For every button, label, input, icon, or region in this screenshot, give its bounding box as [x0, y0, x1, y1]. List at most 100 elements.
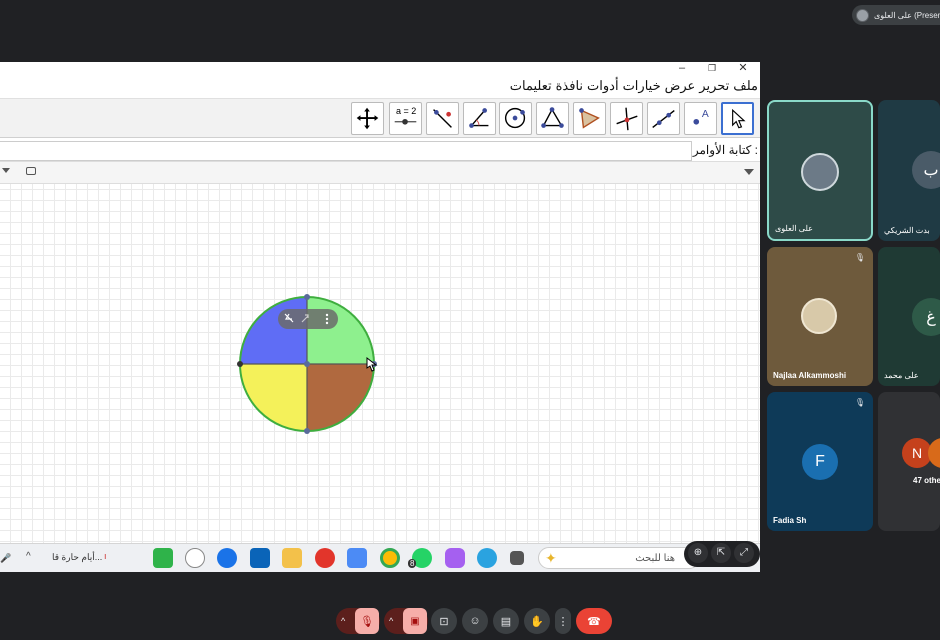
slider-tool[interactable]: a = 2: [389, 102, 422, 135]
file-explorer-icon[interactable]: [282, 548, 302, 568]
search-box[interactable]: ✦ هنا للبحث: [538, 547, 700, 569]
more-options-icon[interactable]: [325, 313, 329, 325]
more-vert-icon: ⋮: [557, 615, 569, 628]
mic-tray-icon[interactable]: 🎤: [0, 553, 11, 564]
triangle-icon: [579, 108, 600, 129]
line-icon: [433, 109, 452, 128]
point-center[interactable]: [304, 361, 310, 367]
participant-avatar: ب: [912, 151, 940, 189]
point-bottom[interactable]: [304, 428, 310, 434]
graphics-view[interactable]: [0, 184, 760, 543]
muted-mic-icon: 🎙: [854, 398, 865, 407]
camera-toggle-button[interactable]: ▣: [403, 608, 427, 634]
camera-off-icon: ▣: [410, 615, 420, 627]
leave-call-button[interactable]: ☎: [576, 608, 612, 634]
telegram-icon[interactable]: [477, 548, 497, 568]
minimize-button[interactable]: –: [670, 62, 694, 76]
edge-icon[interactable]: [217, 548, 237, 568]
point-icon: A: [693, 109, 709, 125]
perpendicular-line-tool[interactable]: [426, 102, 459, 135]
mic-off-icon: 🎙: [360, 615, 374, 628]
angle-icon: [469, 108, 489, 128]
windows-taskbar: 🎤 ^ أيام حارة قا... ı 8 ✦ هنا للبحث: [0, 543, 760, 572]
participant-tile[interactable]: 🎙 Najlaa Alkammoshi: [767, 247, 873, 386]
menu-edit[interactable]: تحرير: [699, 78, 729, 94]
segment-icon: [652, 109, 675, 128]
stylebar-dropdown-icon[interactable]: [2, 168, 10, 173]
participant-tile[interactable]: F 🎙 Fadia Sh: [767, 392, 873, 531]
select-tool[interactable]: [721, 102, 754, 135]
menu-bar: تعليمات نافذة أدوات خيارات عرض تحرير ملف: [0, 77, 760, 95]
menu-view[interactable]: عرض: [665, 78, 696, 94]
participant-tile[interactable]: ب بدت الشريكي: [878, 100, 940, 241]
participant-name: على محمد: [884, 371, 919, 380]
others-count: 47 others: [913, 476, 940, 485]
angle-tool[interactable]: [463, 102, 496, 135]
raise-hand-button[interactable]: ✋: [524, 608, 550, 634]
participant-name: على العلوى: [775, 224, 813, 233]
weather-widget[interactable]: أيام حارة قا...: [52, 552, 102, 563]
outlook-icon[interactable]: [250, 548, 270, 568]
hand-icon: ✋: [530, 615, 544, 628]
polygon-icon: [541, 107, 564, 128]
command-input[interactable]: [0, 141, 692, 161]
intersect-tool[interactable]: [610, 102, 643, 135]
pop-out-icon[interactable]: ⇱: [711, 543, 731, 563]
menu-options[interactable]: خيارات: [623, 78, 661, 94]
move-graphics-tool[interactable]: [351, 102, 384, 135]
unlock-icon[interactable]: [26, 167, 36, 175]
others-tile[interactable]: N 47 others: [878, 392, 940, 531]
weather-icon: ı: [104, 551, 107, 561]
office-icon[interactable]: [315, 548, 335, 568]
captions-icon: ▤: [500, 615, 512, 628]
participant-avatar: غ: [912, 298, 940, 336]
chrome-icon[interactable]: [380, 548, 400, 568]
present-button[interactable]: ⊡: [431, 608, 457, 634]
mic-toggle-button[interactable]: 🎙: [355, 608, 379, 634]
presenting-label: على العلوى (Presenting...: [874, 10, 940, 20]
polygon-tool[interactable]: [536, 102, 569, 135]
point-top[interactable]: [304, 294, 310, 300]
camtasia-icon[interactable]: [153, 548, 173, 568]
store-icon[interactable]: [347, 548, 367, 568]
present-icon: ⊡: [439, 615, 449, 628]
end-call-icon: ☎: [587, 615, 601, 628]
geogebra-icon[interactable]: [185, 548, 205, 568]
participant-name: Fadia Sh: [773, 516, 807, 525]
point-left[interactable]: [237, 361, 243, 367]
cursor-arrow-icon: [732, 108, 746, 129]
camera-options-chevron-icon[interactable]: ^: [389, 616, 393, 626]
zoom-in-icon[interactable]: ⊕: [688, 543, 708, 563]
participant-avatar: F: [802, 444, 838, 480]
point-tool[interactable]: A: [684, 102, 717, 135]
presenting-chip[interactable]: على العلوى (Presenting...: [852, 5, 940, 25]
quadrant-circle[interactable]: [0, 184, 760, 543]
fullscreen-icon[interactable]: ⤢: [734, 543, 754, 563]
object-context-toolbar[interactable]: [278, 309, 338, 329]
chevron-up-icon[interactable]: ^: [26, 551, 31, 562]
sparkle-icon: ✦: [545, 550, 557, 566]
stylebar-toggle-icon[interactable]: [744, 169, 754, 175]
task-view-icon[interactable]: [510, 551, 524, 565]
input-bar: كتابة الأوامر :: [0, 140, 760, 162]
line-tool[interactable]: [647, 102, 680, 135]
notification-badge: 8: [408, 559, 417, 568]
mic-options-chevron-icon[interactable]: ^: [341, 616, 345, 626]
more-options-button[interactable]: ⋮: [555, 608, 571, 634]
circle-tool[interactable]: [499, 102, 532, 135]
menu-file[interactable]: ملف: [733, 78, 758, 94]
close-button[interactable]: ✕: [731, 62, 755, 76]
captions-button[interactable]: ▤: [493, 608, 519, 634]
reflect-tool[interactable]: [573, 102, 606, 135]
copilot-icon[interactable]: [445, 548, 465, 568]
intersect-lines-icon: [616, 107, 638, 131]
emoji-button[interactable]: ☺: [462, 608, 488, 634]
menu-window[interactable]: نافذة: [556, 78, 583, 94]
participant-tile[interactable]: على العلوى: [767, 100, 873, 241]
muted-mic-icon: 🎙: [854, 253, 865, 262]
restore-button[interactable]: ❐: [700, 62, 724, 76]
others-avatar-2: [928, 438, 940, 468]
menu-help[interactable]: تعليمات: [510, 78, 552, 94]
participant-tile[interactable]: غ على محمد: [878, 247, 940, 386]
menu-tools[interactable]: أدوات: [587, 78, 619, 94]
